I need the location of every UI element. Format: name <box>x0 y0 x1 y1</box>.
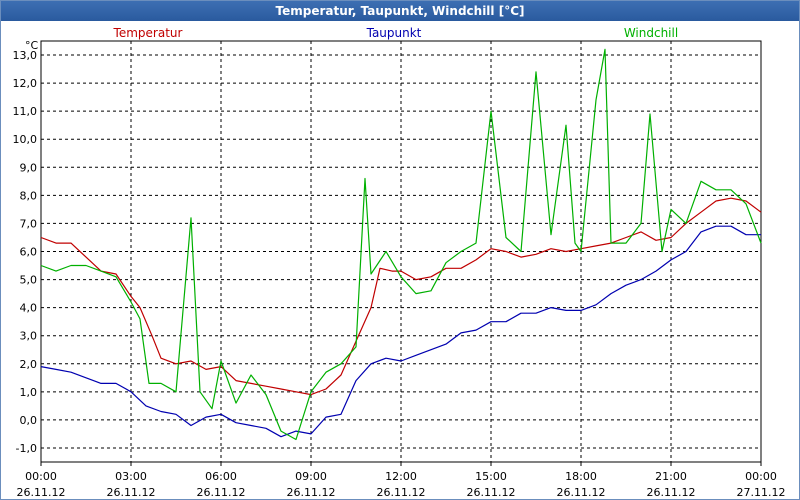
x-tick-time: 12:00 <box>385 470 417 483</box>
chart-window: Temperatur, Taupunkt, Windchill [°C] -1,… <box>0 0 800 500</box>
x-tick-date: 26.11.12 <box>557 486 606 499</box>
y-tick-label: 11,0 <box>13 105 38 118</box>
y-axis-unit: °C <box>25 39 39 52</box>
grid <box>40 40 762 466</box>
y-tick-label: 3,0 <box>20 330 38 343</box>
y-tick-label: 8,0 <box>20 189 38 202</box>
x-tick-time: 09:00 <box>295 470 327 483</box>
legend-temperatur: Temperatur <box>113 26 183 40</box>
x-tick-time: 21:00 <box>655 470 687 483</box>
x-tick-date: 26.11.12 <box>287 486 336 499</box>
y-tick-label: 1,0 <box>20 386 38 399</box>
y-tick-label: 5,0 <box>20 274 38 287</box>
legend-taupunkt: Taupunkt <box>366 26 422 40</box>
y-tick-label: -1,0 <box>16 442 37 455</box>
y-tick-label: 9,0 <box>20 161 38 174</box>
line-chart: -1,0 0,0 1,0 2,0 3,0 4,0 5,0 6,0 7,0 8,0 9,0 10,0 11… <box>13 26 786 499</box>
x-tick-date: 26.11.12 <box>17 486 66 499</box>
x-tick-date: 26.11.12 <box>197 486 246 499</box>
y-tick-label: 10,0 <box>13 133 38 146</box>
x-tick-time: 00:00 <box>25 470 57 483</box>
x-tick-date: 26.11.12 <box>647 486 696 499</box>
y-tick-label: 7,0 <box>20 217 38 230</box>
y-tick-label: 0,0 <box>20 414 38 427</box>
y-tick-label: 4,0 <box>20 302 38 315</box>
x-tick-date: 26.11.12 <box>467 486 516 499</box>
x-tick-date: 26.11.12 <box>377 486 426 499</box>
y-tick-label: 12,0 <box>13 77 38 90</box>
x-tick-time: 15:00 <box>475 470 507 483</box>
x-tick-date: 26.11.12 <box>107 486 156 499</box>
x-tick-time: 00:00 <box>745 470 777 483</box>
x-tick-date: 27.11.12 <box>737 486 786 499</box>
x-tick-time: 06:00 <box>205 470 237 483</box>
y-tick-label: 2,0 <box>20 358 38 371</box>
legend-windchill: Windchill <box>624 26 678 40</box>
x-tick-time: 18:00 <box>565 470 597 483</box>
y-tick-label: 6,0 <box>20 246 38 259</box>
x-tick-time: 03:00 <box>115 470 147 483</box>
